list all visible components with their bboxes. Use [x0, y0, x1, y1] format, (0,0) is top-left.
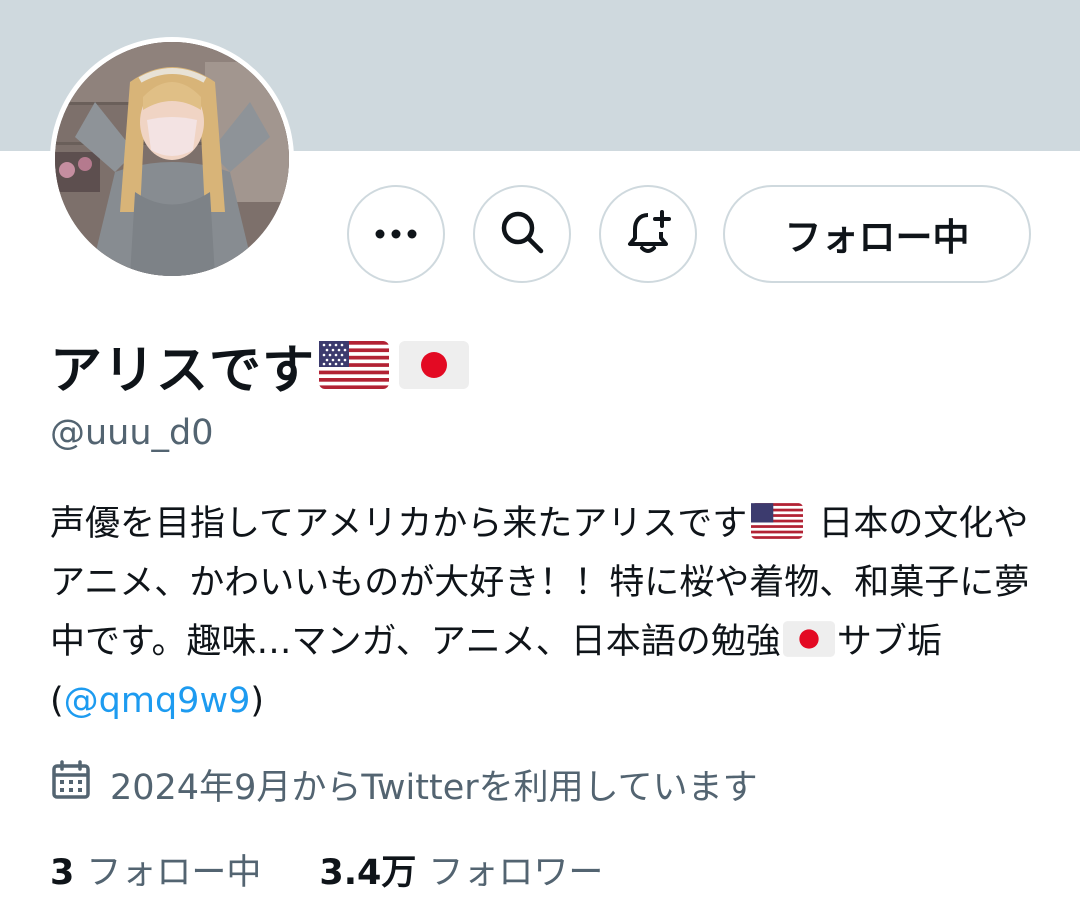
display-name: アリスです — [50, 340, 316, 401]
more-button[interactable] — [347, 185, 445, 283]
followers-count: 3.4万 — [319, 852, 417, 893]
bio-text: ) — [250, 681, 265, 721]
joined-date: 2024年9月からTwitterを利用しています — [50, 756, 758, 812]
search-button[interactable] — [473, 185, 571, 283]
joined-text: 2024年9月からTwitterを利用しています — [110, 767, 758, 808]
display-name-row: アリスです — [50, 333, 470, 401]
bio-text: 声優を目指してアメリカから来たアリスです — [50, 504, 748, 544]
followers-label: フォロワー — [428, 852, 604, 893]
profile-stats: 3 フォロー中 3.4万 フォロワー — [50, 843, 603, 895]
calendar-icon — [50, 759, 110, 810]
bell-plus-icon — [624, 208, 672, 260]
notification-button[interactable] — [599, 185, 697, 283]
avatar-image — [55, 42, 289, 276]
followers-stat[interactable]: 3.4万 フォロワー — [319, 844, 603, 895]
avatar[interactable] — [50, 37, 294, 281]
search-icon — [499, 209, 545, 259]
following-stat[interactable]: 3 フォロー中 — [50, 844, 261, 895]
following-label: フォロー中 — [86, 852, 262, 893]
flag-us-icon — [319, 341, 390, 389]
flag-jp-icon — [782, 621, 835, 657]
following-count: 3 — [50, 852, 75, 893]
flag-jp-icon — [399, 341, 470, 389]
following-button[interactable]: フォロー中 — [723, 185, 1031, 283]
profile-bio: 声優を目指してアメリカから来たアリスです 日本の文化やアニメ、かわいいものが大好… — [50, 495, 1030, 731]
mention-link[interactable]: @qmq9w9 — [64, 681, 251, 721]
flag-us-icon — [751, 503, 804, 539]
more-horizontal-icon — [374, 225, 418, 244]
profile-handle: @uuu_d0 — [50, 413, 214, 453]
